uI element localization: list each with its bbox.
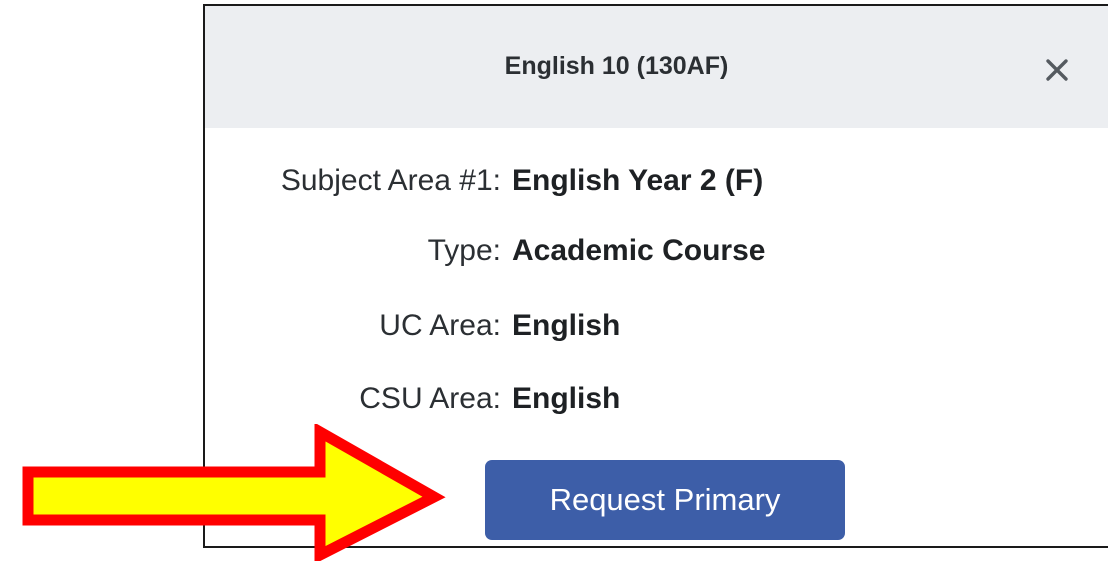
screenshot-canvas: English 10 (130AF) Subject Area #1: Engl… — [0, 0, 1108, 561]
detail-label: UC Area: — [379, 309, 501, 342]
detail-value: English Year 2 (F) — [512, 164, 764, 197]
detail-label: Subject Area #1: — [280, 164, 501, 197]
detail-row-csu-area: CSU Area: English — [205, 379, 1108, 419]
detail-row-type: Type: Academic Course — [205, 231, 1108, 271]
detail-row-uc-area: UC Area: English — [205, 306, 1108, 346]
close-icon — [1046, 59, 1068, 81]
close-button[interactable] — [1037, 50, 1077, 90]
detail-value: Academic Course — [512, 234, 766, 267]
dialog-header: English 10 (130AF) — [205, 6, 1108, 128]
detail-label: Type: — [427, 234, 501, 267]
detail-row-subject-area: Subject Area #1: English Year 2 (F) — [205, 161, 1108, 201]
dialog-title: English 10 (130AF) — [504, 52, 729, 80]
detail-label: CSU Area: — [359, 382, 501, 415]
annotation-arrow-icon — [22, 424, 446, 561]
detail-value: English — [512, 309, 621, 342]
request-primary-button[interactable]: Request Primary — [485, 460, 845, 540]
detail-value: English — [512, 382, 621, 415]
